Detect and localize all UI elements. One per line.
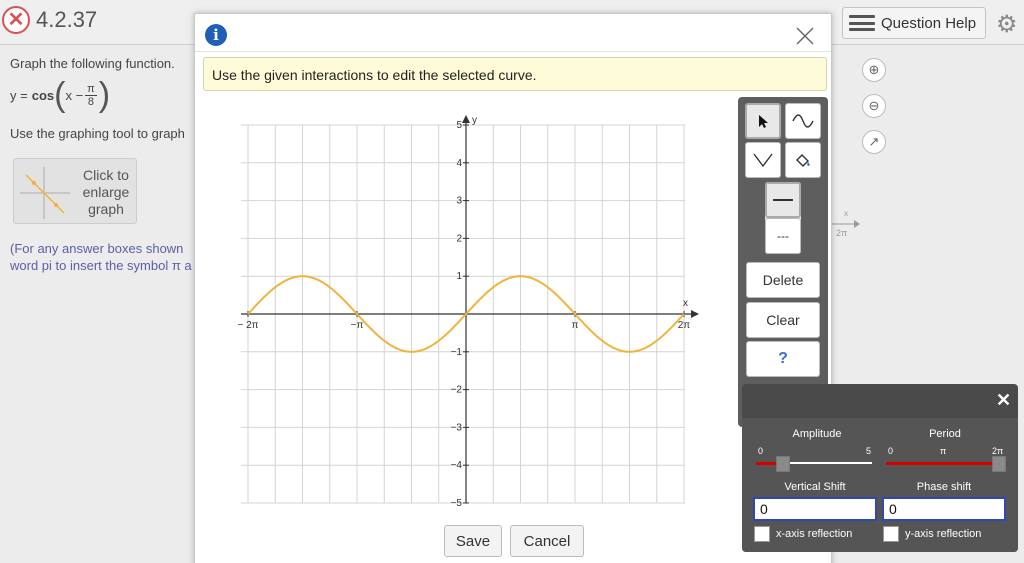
fill-tool-button[interactable] — [785, 142, 821, 178]
y-tick-label: 5 — [456, 120, 462, 131]
parabola-tool-button[interactable] — [745, 142, 781, 178]
background-axis-fragment: x 2π — [830, 209, 860, 238]
period-tick-2pi: 2π — [992, 446, 1004, 456]
bg-x-label: x — [844, 209, 848, 218]
period-fill — [886, 462, 996, 465]
y-tick-label: −4 — [451, 460, 463, 471]
paint-bucket-icon — [796, 154, 810, 167]
amplitude-label: Amplitude — [792, 428, 842, 440]
amplitude-max: 5 — [866, 446, 872, 456]
left-paren: ( — [54, 76, 66, 114]
side-tools: ⊕ ⊖ ↗ — [862, 58, 886, 166]
graph-canvas[interactable]: x y − 2π −π π 2π 5 4 3 2 1 −1 −2 −3 −4 −5 — [225, 111, 703, 517]
instruction-banner: Use the given interactions to edit the s… — [203, 57, 827, 91]
y-tick-label: 2 — [456, 233, 462, 244]
sine-tool-button[interactable] — [785, 103, 821, 139]
function-lhs: y = — [10, 87, 28, 103]
function-expression: y = cos ( x − π 8 ) — [10, 78, 110, 112]
save-button[interactable]: Save — [444, 525, 502, 557]
graph-thumbnail-icon — [20, 167, 70, 219]
help-button[interactable]: ? — [746, 341, 820, 377]
period-slider-knob[interactable] — [992, 456, 1006, 472]
phase-shift-input[interactable]: 0 — [882, 497, 1006, 521]
y-tick-label: 1 — [456, 271, 462, 282]
right-paren: ) — [98, 76, 111, 114]
x-reflection-checkbox[interactable] — [754, 526, 770, 542]
graph-toolbar: --- Delete Clear ? — [738, 97, 828, 427]
phase-shift-label: Phase shift — [916, 481, 972, 493]
incorrect-icon: ✕ — [2, 6, 30, 34]
enlarge-graph-button[interactable]: Click to enlarge graph — [13, 158, 137, 224]
sine-wave-icon — [792, 114, 814, 128]
zoom-in-icon[interactable]: ⊕ — [862, 58, 886, 82]
dialog-divider — [195, 51, 831, 52]
enlarge-graph-label: Click to enlarge graph — [82, 167, 130, 217]
y-axis-arrow — [462, 115, 470, 123]
delete-button[interactable]: Delete — [746, 262, 820, 298]
cancel-button[interactable]: Cancel — [510, 525, 584, 557]
x-axis-arrow — [691, 310, 699, 318]
y-tick-label: −2 — [451, 385, 463, 396]
line-style-group: --- — [765, 182, 801, 254]
vertical-shift-label: Vertical Shift — [784, 481, 846, 493]
y-reflection-label: y-axis reflection — [905, 528, 982, 540]
question-panel: Graph the following function. y = cos ( … — [0, 46, 196, 563]
graph-editor-dialog: i Use the given interactions to edit the… — [194, 13, 832, 563]
answer-note-line1: (For any answer boxes shown — [10, 241, 184, 256]
bg-tick-label: 2π — [836, 228, 847, 238]
answer-note: (For any answer boxes shown word pi to i… — [10, 240, 200, 274]
x-reflection-label: x-axis reflection — [776, 528, 853, 540]
solid-line-button[interactable] — [765, 182, 801, 218]
close-icon[interactable]: ✕ — [996, 390, 1011, 410]
instruction-text: Graph the following function. — [10, 56, 175, 71]
dashed-line-button[interactable]: --- — [765, 218, 801, 254]
list-icon — [849, 15, 875, 31]
y-reflection-checkbox[interactable] — [883, 526, 899, 542]
function-fraction: π 8 — [85, 83, 97, 108]
x-tick-label: 2π — [678, 320, 691, 331]
x-tick-label: −π — [351, 320, 364, 331]
graph-tick-labels: x y − 2π −π π 2π 5 4 3 2 1 −1 −2 −3 −4 −5 — [237, 115, 690, 509]
amplitude-slider-knob[interactable] — [776, 456, 790, 472]
info-icon: i — [205, 24, 227, 46]
fraction-denominator: 8 — [87, 95, 95, 108]
question-help-button[interactable]: Question Help — [842, 7, 986, 39]
pointer-tool-button[interactable] — [745, 103, 781, 139]
fraction-numerator: π — [85, 82, 97, 96]
function-name: cos — [31, 87, 55, 103]
x-tick-label: π — [572, 320, 579, 331]
vertical-shift-input[interactable]: 0 — [753, 497, 877, 521]
period-tick-pi: π — [940, 446, 947, 456]
x-axis-label: x — [683, 298, 688, 309]
question-header: ✕ 4.2.37 — [2, 6, 97, 34]
y-tick-label: −3 — [451, 422, 463, 433]
y-tick-label: 4 — [456, 158, 462, 169]
popout-icon[interactable]: ↗ — [862, 130, 886, 154]
tool-instruction: Use the graphing tool to graph — [10, 126, 185, 141]
pointer-icon — [759, 115, 768, 128]
y-axis-label: y — [472, 115, 477, 126]
zoom-out-icon[interactable]: ⊖ — [862, 94, 886, 118]
parabola-icon — [753, 153, 773, 168]
gear-icon[interactable]: ⚙ — [996, 10, 1018, 39]
amplitude-fill — [756, 462, 776, 465]
function-arg-var: x − — [65, 87, 84, 103]
period-tick-0: 0 — [888, 446, 894, 456]
y-tick-label: −5 — [451, 498, 463, 509]
y-tick-label: −1 — [451, 347, 463, 358]
clear-button[interactable]: Clear — [746, 302, 820, 338]
curve-properties-panel: ✕ Amplitude Period 0 5 0 π 2π Vertical S… — [742, 384, 1018, 552]
close-icon[interactable] — [793, 24, 817, 48]
properties-body: Amplitude Period 0 5 0 π 2π Vertical Shi… — [742, 418, 1018, 552]
answer-note-line2: word pi to insert the symbol π a — [10, 258, 192, 273]
y-tick-label: 3 — [456, 196, 462, 207]
period-label: Period — [929, 428, 961, 440]
question-help-label: Question Help — [881, 14, 977, 32]
amplitude-min: 0 — [758, 446, 764, 456]
question-number: 4.2.37 — [36, 7, 98, 32]
x-tick-label: − 2π — [237, 320, 258, 331]
solid-line-icon — [773, 199, 793, 201]
